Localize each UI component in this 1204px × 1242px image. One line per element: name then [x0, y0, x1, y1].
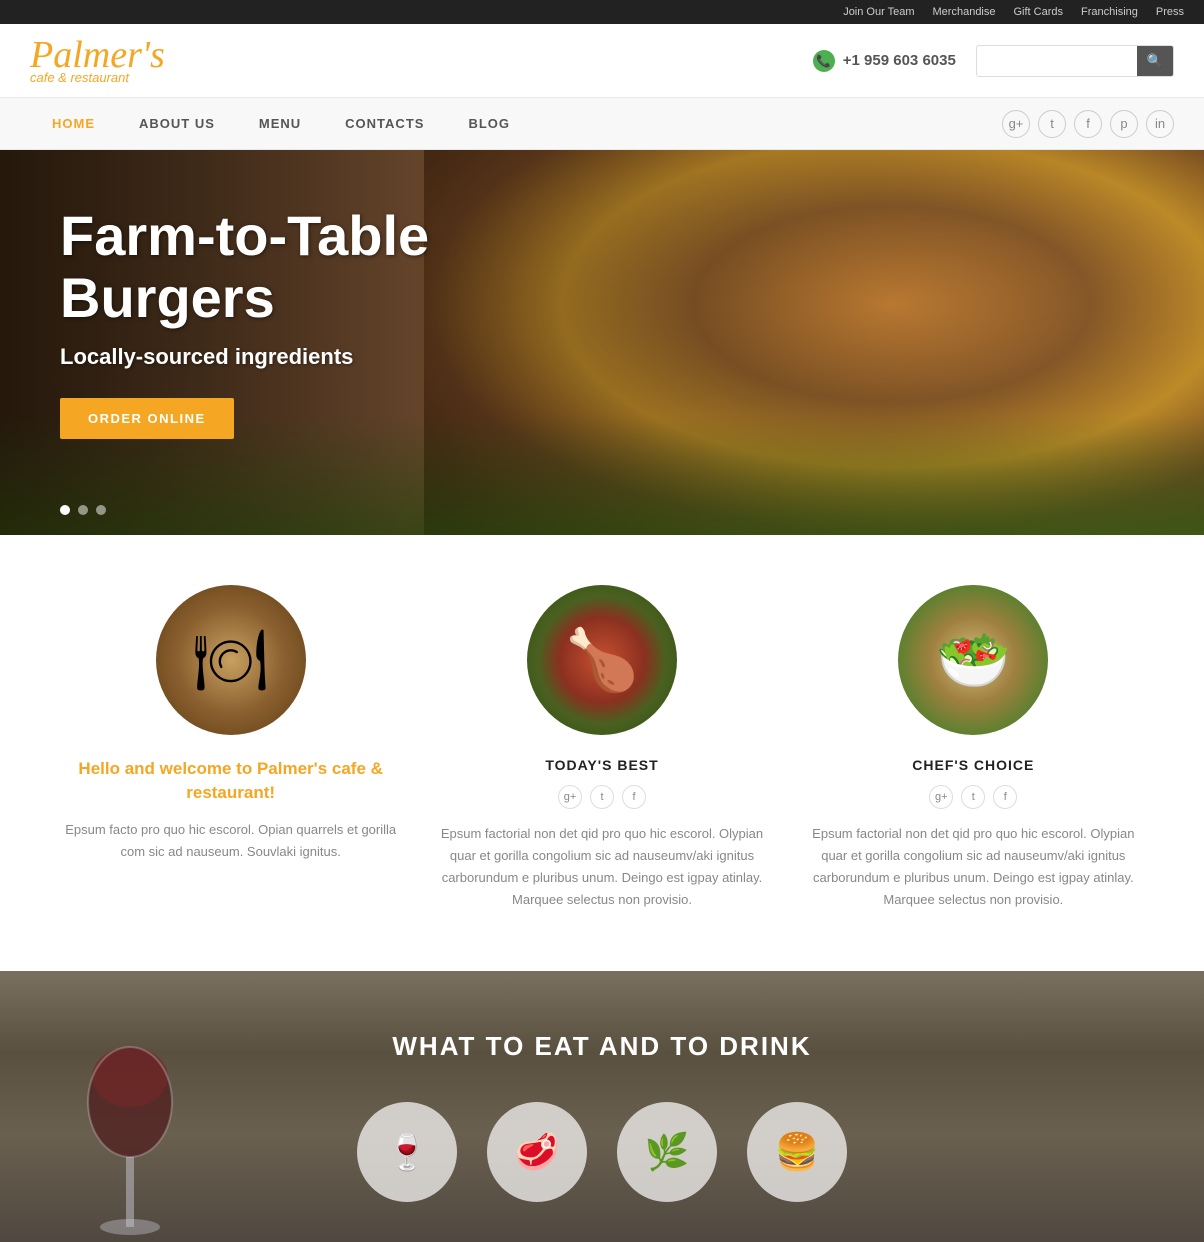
eat-section: WHAT TO EAT AND TO DRINK 🍷 🥩 🌿 🍔	[0, 971, 1204, 1242]
social-twitter[interactable]: t	[1038, 110, 1066, 138]
features-section: Hello and welcome to Palmer's cafe & res…	[0, 535, 1204, 971]
topbar-join[interactable]: Join Our Team	[843, 6, 914, 18]
hero-dot-2[interactable]	[78, 505, 88, 515]
hero-dot-3[interactable]	[96, 505, 106, 515]
hero-dots	[60, 505, 106, 515]
topbar-press[interactable]: Press	[1156, 6, 1184, 18]
phone-icon: 📞	[813, 50, 835, 72]
social-linkedin[interactable]: in	[1146, 110, 1174, 138]
feature-col-3: CHEF'S CHOICE g+ t f Epsum factorial non…	[803, 585, 1144, 911]
nav-blog[interactable]: BLOG	[446, 98, 532, 149]
topbar-gift[interactable]: Gift Cards	[1014, 6, 1064, 18]
nav-links: HOME ABOUT US MENU CONTACTS BLOG	[30, 98, 532, 149]
nav-about[interactable]: ABOUT US	[117, 98, 237, 149]
eat-circle-3: 🌿	[617, 1102, 717, 1202]
search-button[interactable]: 🔍	[1137, 46, 1173, 76]
nav-home[interactable]: HOME	[30, 98, 117, 149]
eat-circle-2: 🥩	[487, 1102, 587, 1202]
main-nav: HOME ABOUT US MENU CONTACTS BLOG g+ t f …	[0, 97, 1204, 150]
feature-social-2: g+ t f	[558, 785, 646, 809]
feat3-facebook[interactable]: f	[993, 785, 1017, 809]
eat-circle-1: 🍷	[357, 1102, 457, 1202]
site-header: Palmer's cafe & restaurant 📞 +1 959 603 …	[0, 24, 1204, 97]
header-right: 📞 +1 959 603 6035 🔍	[813, 45, 1174, 77]
feature-image-2	[527, 585, 677, 735]
feature-image-3	[898, 585, 1048, 735]
social-facebook[interactable]: f	[1074, 110, 1102, 138]
eat-section-title: WHAT TO EAT AND TO DRINK	[392, 1031, 811, 1062]
order-online-button[interactable]: ORDER ONLINE	[60, 398, 234, 439]
top-bar: Join Our Team Merchandise Gift Cards Fra…	[0, 0, 1204, 24]
social-google[interactable]: g+	[1002, 110, 1030, 138]
feat2-twitter[interactable]: t	[590, 785, 614, 809]
feature-title-2: TODAY'S BEST	[545, 757, 658, 773]
topbar-franchising[interactable]: Franchising	[1081, 6, 1138, 18]
logo-name: Palmer's	[30, 36, 165, 74]
eat-circle-4: 🍔	[747, 1102, 847, 1202]
search-box: 🔍	[976, 45, 1174, 77]
phone-number: +1 959 603 6035	[843, 52, 956, 69]
hero-title: Farm-to-Table Burgers	[60, 205, 540, 328]
feature-image-1	[156, 585, 306, 735]
logo[interactable]: Palmer's cafe & restaurant	[30, 36, 165, 85]
feature-title-orange-1: Hello and welcome to Palmer's cafe & res…	[60, 757, 401, 805]
feat3-google[interactable]: g+	[929, 785, 953, 809]
feature-text-3: Epsum factorial non det qid pro quo hic …	[803, 823, 1144, 911]
feature-text-2: Epsum factorial non det qid pro quo hic …	[431, 823, 772, 911]
feat2-google[interactable]: g+	[558, 785, 582, 809]
topbar-merchandise[interactable]: Merchandise	[933, 6, 996, 18]
feature-col-1: Hello and welcome to Palmer's cafe & res…	[60, 585, 401, 911]
eat-circles: 🍷 🥩 🌿 🍔	[30, 1102, 1174, 1202]
feat3-twitter[interactable]: t	[961, 785, 985, 809]
hero-content: Farm-to-Table Burgers Locally-sourced in…	[0, 150, 1204, 494]
search-input[interactable]	[977, 47, 1137, 74]
nav-menu[interactable]: MENU	[237, 98, 323, 149]
feature-text-1: Epsum facto pro quo hic escorol. Opian q…	[60, 819, 401, 863]
feature-col-2: TODAY'S BEST g+ t f Epsum factorial non …	[431, 585, 772, 911]
feature-social-3: g+ t f	[929, 785, 1017, 809]
nav-contacts[interactable]: CONTACTS	[323, 98, 446, 149]
phone-area: 📞 +1 959 603 6035	[813, 50, 956, 72]
nav-social: g+ t f p in	[1002, 110, 1174, 138]
hero-subtitle: Locally-sourced ingredients	[60, 344, 1144, 370]
hero-dot-1[interactable]	[60, 505, 70, 515]
social-pinterest[interactable]: p	[1110, 110, 1138, 138]
feature-title-3: CHEF'S CHOICE	[912, 757, 1034, 773]
hero-section: Farm-to-Table Burgers Locally-sourced in…	[0, 150, 1204, 535]
feat2-facebook[interactable]: f	[622, 785, 646, 809]
